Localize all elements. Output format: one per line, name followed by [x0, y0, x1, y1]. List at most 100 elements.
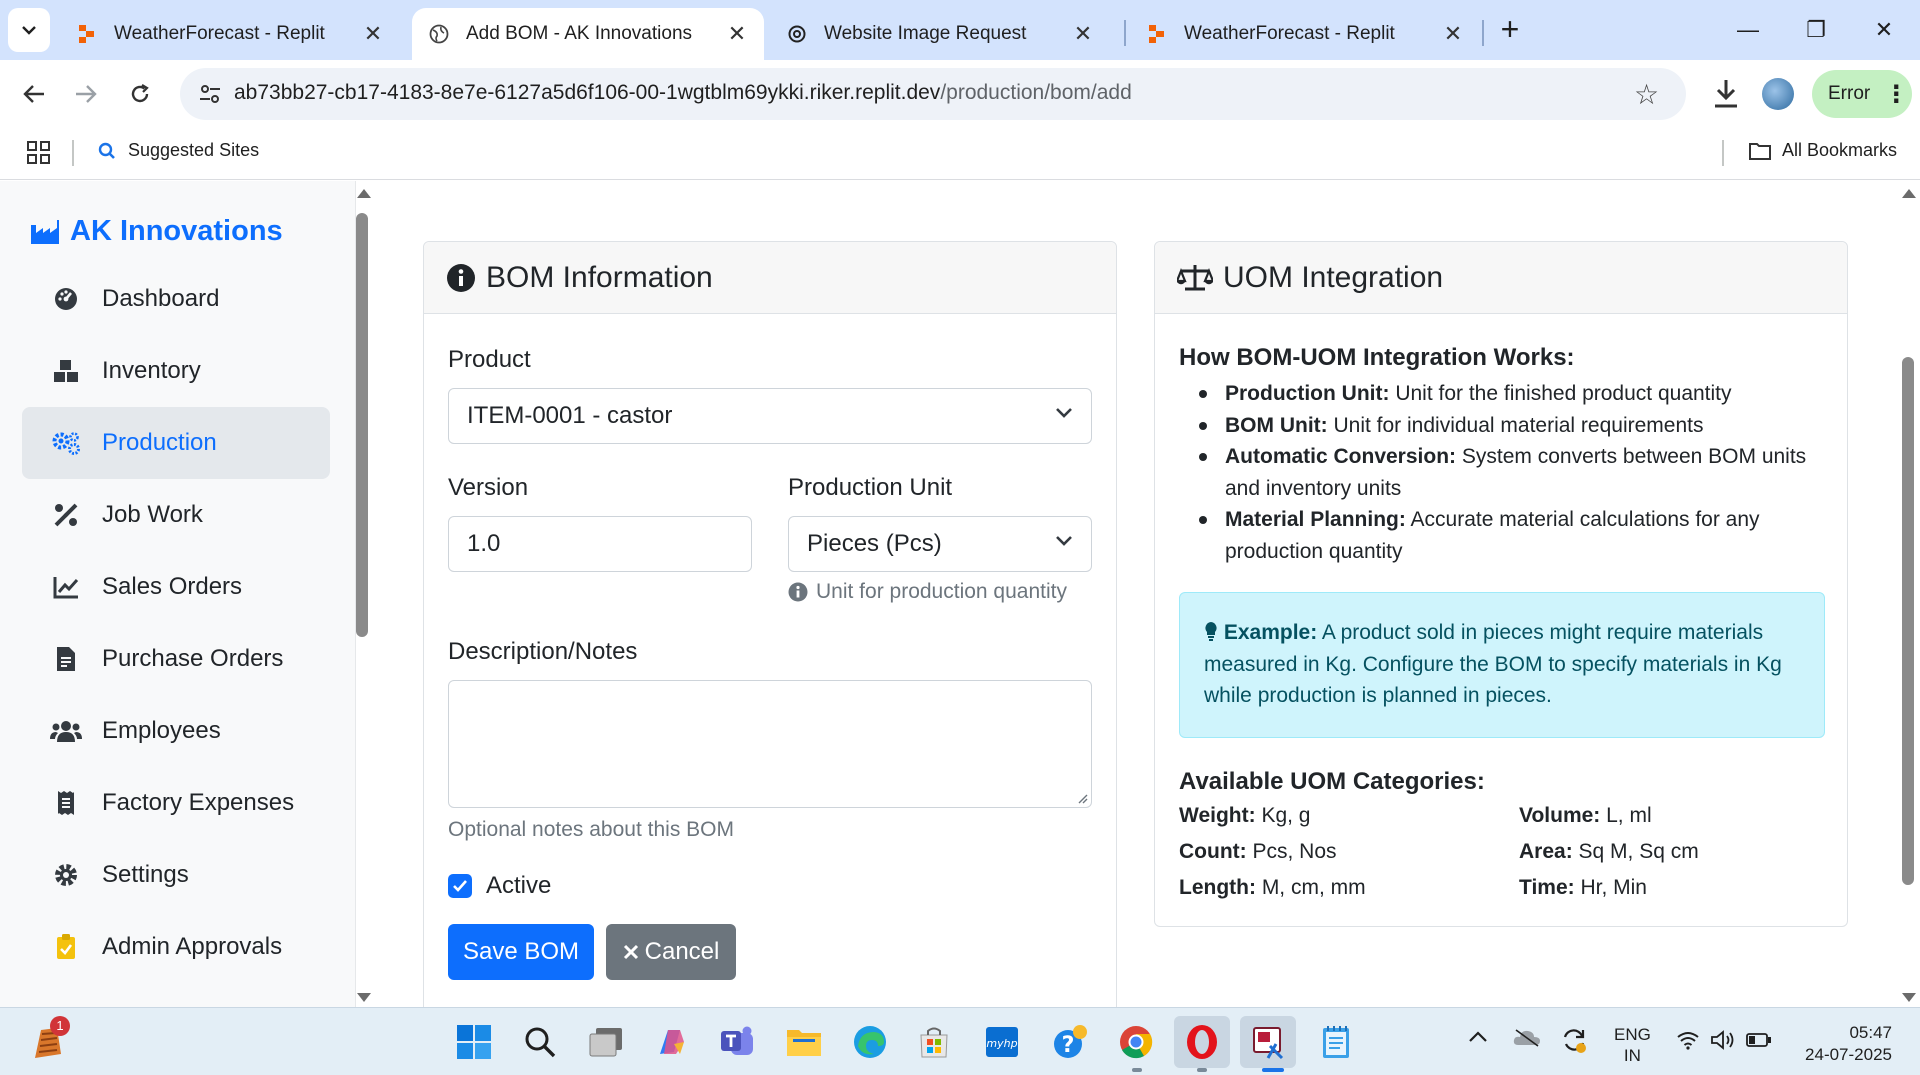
wifi-icon[interactable] [1676, 1030, 1700, 1055]
task-view-icon[interactable] [586, 1022, 626, 1062]
description-textarea[interactable] [448, 680, 1092, 808]
search-icon[interactable] [520, 1022, 560, 1062]
close-window-button[interactable]: ✕ [1864, 12, 1904, 48]
back-button[interactable] [14, 74, 54, 114]
teams-icon[interactable] [718, 1022, 758, 1062]
volume-icon[interactable] [1710, 1030, 1736, 1055]
sidebar-item-production[interactable]: Production [22, 407, 330, 479]
forward-button[interactable] [66, 74, 106, 114]
sidebar-item-dashboard[interactable]: Dashboard [22, 263, 330, 335]
microsoft-store-icon[interactable] [914, 1022, 954, 1062]
battery-icon[interactable] [1746, 1032, 1772, 1053]
minimize-button[interactable]: — [1728, 12, 1768, 48]
bom-card-title: BOM Information [486, 260, 713, 294]
bookmark-star-icon[interactable]: ☆ [1634, 78, 1659, 111]
tab-website-image-request[interactable]: Website Image Request ✕ [770, 8, 1110, 60]
error-menu-button[interactable]: Error ⋮ [1812, 70, 1912, 118]
product-label: Product [448, 346, 531, 373]
show-hidden-icons-chevron-icon[interactable] [1468, 1028, 1488, 1048]
industry-icon [31, 219, 59, 244]
scroll-down-arrow-icon[interactable] [357, 993, 371, 1002]
close-icon[interactable]: ✕ [1072, 21, 1094, 46]
system-clock[interactable]: 05:47 24-07-2025 [1798, 1022, 1892, 1066]
windows-start-icon[interactable] [454, 1022, 494, 1062]
close-icon[interactable]: ✕ [1442, 21, 1464, 46]
file-explorer-icon[interactable] [784, 1022, 824, 1062]
sidebar-item-inventory[interactable]: Inventory [22, 335, 330, 407]
sidebar-item-purchase-orders[interactable]: Purchase Orders [22, 623, 330, 695]
widgets-app-icon[interactable]: 1 [28, 1016, 70, 1062]
sidebar-item-admin-approvals[interactable]: Admin Approvals [22, 911, 330, 983]
chrome-icon[interactable] [1116, 1022, 1156, 1062]
page-scroll-up-arrow-icon[interactable] [1902, 189, 1916, 198]
sidebar-scroll-thumb[interactable] [356, 213, 368, 637]
address-bar[interactable]: ab73bb27-cb17-4183-8e7e-6127a5d6f106-00-… [180, 68, 1686, 120]
opera-icon[interactable] [1174, 1016, 1230, 1068]
site-settings-icon[interactable] [198, 82, 222, 106]
save-bom-label: Save BOM [462, 938, 580, 965]
copilot-icon[interactable] [652, 1022, 692, 1062]
version-input[interactable]: 1.0 [448, 516, 752, 572]
brand-link[interactable]: AK Innovations [30, 215, 283, 248]
arrow-left-icon [23, 85, 44, 103]
arrow-right-icon [76, 85, 97, 103]
page-scroll-down-arrow-icon[interactable] [1902, 993, 1916, 1002]
info-circle-icon [447, 263, 475, 292]
new-tab-button[interactable]: + [1494, 13, 1526, 46]
example-term: Example: [1223, 621, 1318, 644]
sidebar-item-label: Sales Orders [102, 573, 243, 600]
close-icon[interactable]: ✕ [726, 21, 748, 46]
sidebar-item-factory-expenses[interactable]: Factory Expenses [22, 767, 330, 839]
main-content: BOM Information Product ITEM-0001 - cast… [374, 181, 1900, 1007]
restore-button[interactable]: ❐ [1796, 12, 1836, 48]
sidebar-item-sales-orders[interactable]: Sales Orders [22, 551, 330, 623]
suggested-sites-label: Suggested Sites [128, 140, 260, 160]
suggested-sites-bookmark[interactable]: Suggested Sites [98, 140, 259, 161]
scroll-up-arrow-icon[interactable] [357, 189, 371, 198]
sync-icon[interactable] [1560, 1026, 1588, 1059]
sidebar-item-job-work[interactable]: Job Work [22, 479, 330, 551]
myhp-icon[interactable]: myhp [982, 1022, 1022, 1062]
snipping-tool-icon[interactable] [1240, 1016, 1296, 1068]
download-icon[interactable] [1710, 76, 1742, 112]
tab-search-button[interactable] [8, 8, 50, 52]
production-unit-select[interactable]: Pieces (Pcs) [788, 516, 1092, 572]
sidebar-item-settings[interactable]: Settings [22, 839, 330, 911]
uom-category-weight: Weight: Kg, g [1179, 804, 1310, 828]
tab-weatherforecast-1[interactable]: WeatherForecast - Replit ✕ [60, 8, 400, 60]
notepad-icon[interactable] [1316, 1022, 1356, 1062]
sidebar-item-label: Employees [102, 717, 221, 744]
active-checkbox-row[interactable]: Active [448, 872, 551, 900]
receipt-icon [50, 787, 82, 819]
bookmark-divider [1722, 140, 1724, 166]
edge-browser-icon[interactable] [850, 1022, 890, 1062]
reload-button[interactable] [120, 74, 160, 114]
cancel-button[interactable]: Cancel [606, 924, 736, 980]
uom-points-list: Production Unit: Unit for the finished p… [1199, 378, 1825, 567]
sidebar-item-employees[interactable]: Employees [22, 695, 330, 767]
profile-avatar[interactable] [1762, 78, 1794, 110]
resize-handle-icon[interactable] [1076, 792, 1088, 804]
input-language-indicator[interactable]: ENG IN [1614, 1024, 1651, 1066]
tab-weatherforecast-2[interactable]: WeatherForecast - Replit ✕ [1130, 8, 1480, 60]
onedrive-icon[interactable] [1512, 1026, 1542, 1053]
all-bookmarks-button[interactable]: All Bookmarks [1748, 140, 1897, 161]
sidebar-item-label: Production [102, 429, 217, 456]
close-icon[interactable]: ✕ [362, 21, 384, 46]
category-units: Sq M, Sq cm [1572, 840, 1699, 863]
apps-grid-icon[interactable] [26, 140, 52, 166]
version-value: 1.0 [467, 530, 501, 557]
boxes-icon [50, 355, 82, 387]
url-text[interactable]: ab73bb27-cb17-4183-8e7e-6127a5d6f106-00-… [234, 81, 1132, 105]
product-select[interactable]: ITEM-0001 - castor [448, 388, 1092, 444]
tab-add-bom[interactable]: Add BOM - AK Innovations ✕ [412, 8, 764, 60]
clipboard-check-icon [50, 931, 82, 963]
page-scroll-thumb[interactable] [1902, 357, 1914, 885]
help-icon[interactable]: ? [1050, 1022, 1090, 1062]
svg-text:?: ? [1062, 1033, 1075, 1058]
uom-card-title: UOM Integration [1223, 260, 1444, 294]
sidebar-item-label: Factory Expenses [102, 789, 295, 816]
category-units: M, cm, mm [1255, 876, 1366, 899]
active-checkbox[interactable] [448, 874, 472, 898]
save-bom-button[interactable]: Save BOM [448, 924, 594, 980]
